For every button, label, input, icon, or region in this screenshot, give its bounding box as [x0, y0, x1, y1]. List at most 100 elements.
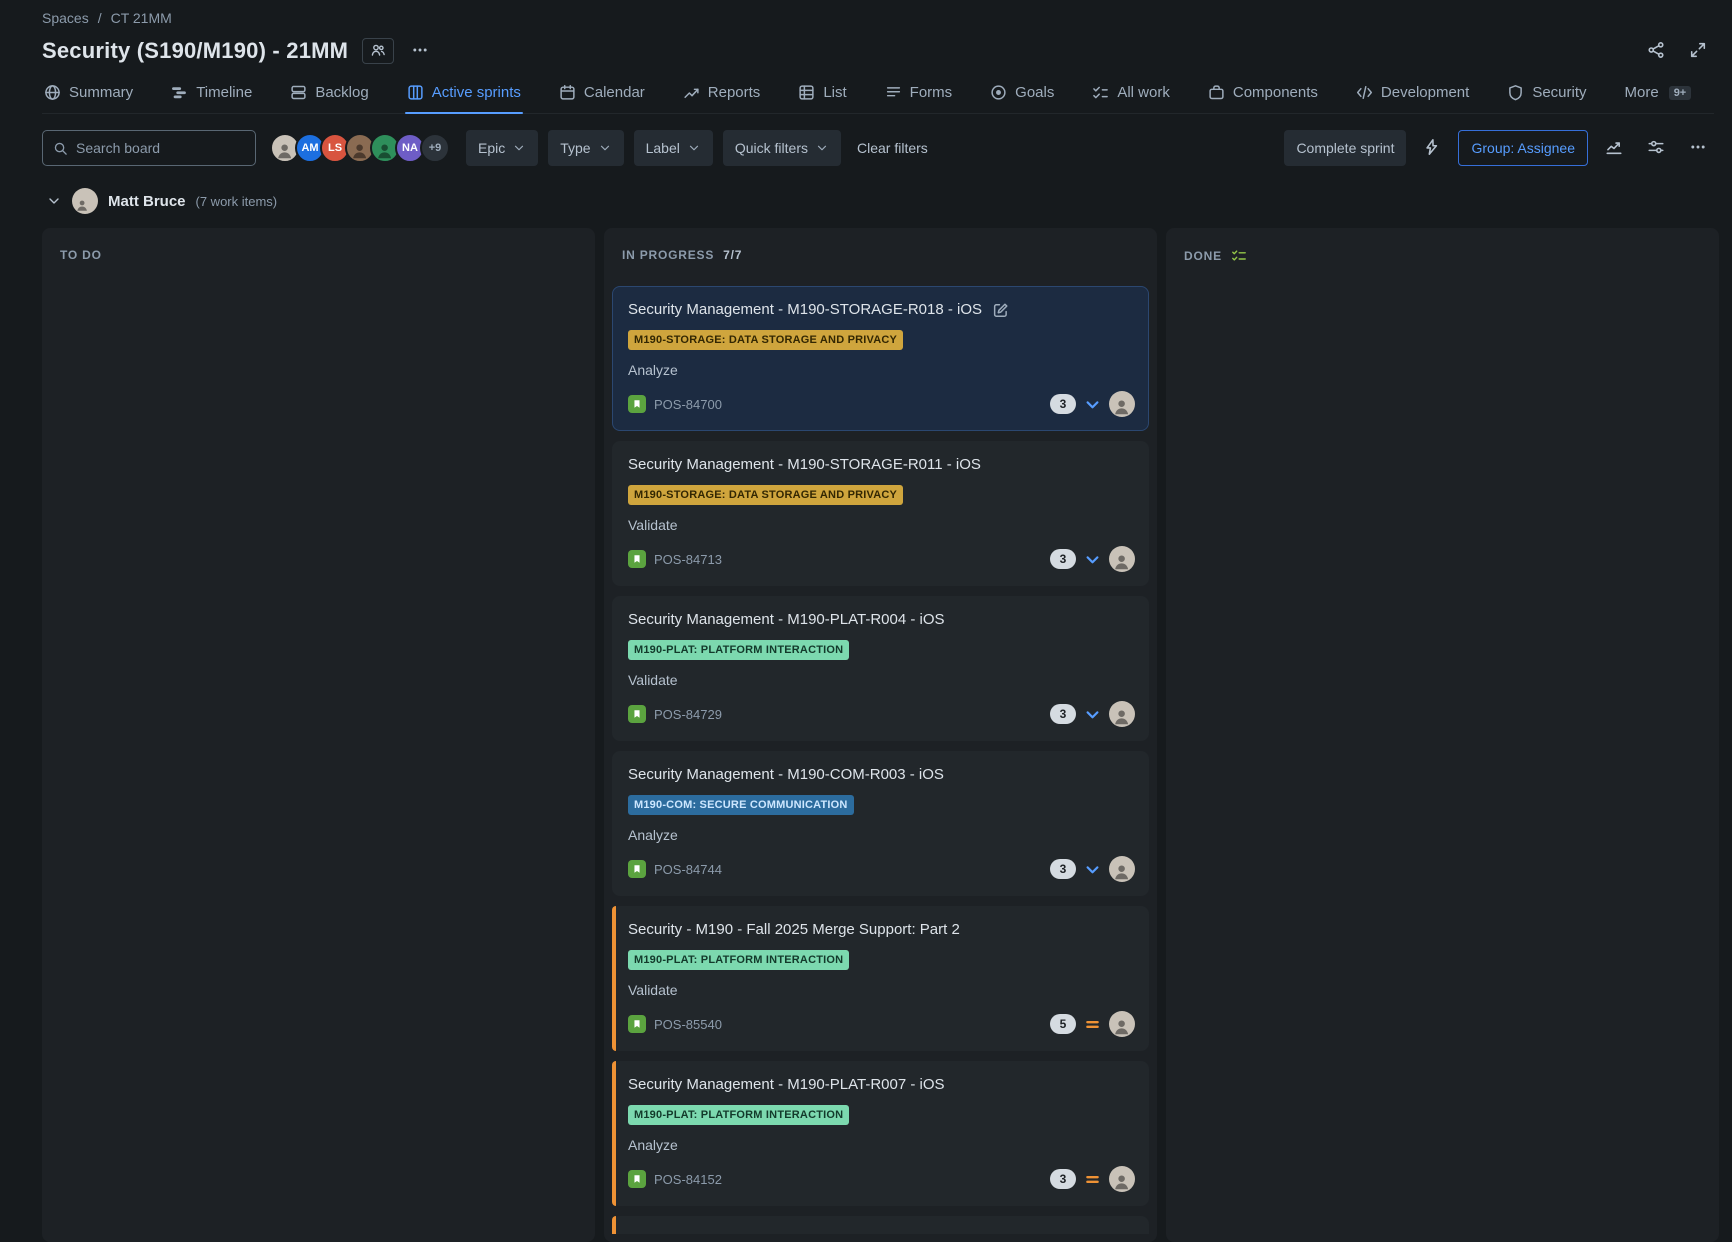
- column-header: IN PROGRESS 7/7: [612, 236, 1149, 286]
- card-pos-84744[interactable]: Security Management - M190-COM-R003 - iO…: [612, 751, 1149, 896]
- epic-label-chip[interactable]: M190-PLAT: PLATFORM INTERACTION: [628, 640, 849, 660]
- issue-key[interactable]: POS-85540: [654, 1017, 722, 1032]
- assignee-avatar[interactable]: [1109, 546, 1135, 572]
- epic-label-chip[interactable]: M190-PLAT: PLATFORM INTERACTION: [628, 950, 849, 970]
- tab-label: Backlog: [315, 84, 368, 101]
- edit-icon[interactable]: [992, 302, 1009, 319]
- priority-medium-icon: [1084, 1016, 1101, 1033]
- tab-goals[interactable]: Goals: [988, 82, 1056, 113]
- tab-backlog[interactable]: Backlog: [288, 82, 370, 113]
- tab-label: Active sprints: [432, 84, 521, 101]
- chevron-down-icon: [815, 141, 829, 155]
- issue-key[interactable]: POS-84152: [654, 1172, 722, 1187]
- issue-key[interactable]: POS-84729: [654, 707, 722, 722]
- issue-key[interactable]: POS-84700: [654, 397, 722, 412]
- allwork-icon: [1092, 84, 1109, 101]
- group-count: (7 work items): [196, 194, 278, 209]
- tab-label: Development: [1381, 84, 1469, 101]
- priority-medium-icon: [1084, 1171, 1101, 1188]
- card-pos-84729[interactable]: Security Management - M190-PLAT-R004 - i…: [612, 596, 1149, 741]
- tab-components[interactable]: Components: [1206, 82, 1320, 113]
- breadcrumb-spaces[interactable]: Spaces: [42, 10, 89, 26]
- tab-active-sprints[interactable]: Active sprints: [405, 82, 523, 113]
- tab-list[interactable]: List: [796, 82, 848, 113]
- assignee-avatar[interactable]: [1109, 1166, 1135, 1192]
- card-status: Validate: [628, 981, 1135, 999]
- column-header: DONE: [1174, 236, 1711, 288]
- timeline-icon: [171, 84, 188, 101]
- assignee-avatar[interactable]: [1109, 701, 1135, 727]
- card-stripe: [612, 1216, 616, 1234]
- tab-summary[interactable]: Summary: [42, 82, 135, 113]
- filter-quick-filters[interactable]: Quick filters: [723, 130, 841, 166]
- epic-label-chip[interactable]: M190-PLAT: PLATFORM INTERACTION: [628, 1105, 849, 1125]
- epic-label-chip[interactable]: M190-COM: SECURE COMMUNICATION: [628, 795, 854, 815]
- board-members-button[interactable]: [362, 38, 394, 64]
- chip-row: M190-PLAT: PLATFORM INTERACTION: [628, 950, 1135, 971]
- card-pos-84713[interactable]: Security Management - M190-STORAGE-R011 …: [612, 441, 1149, 586]
- tab-all-work[interactable]: All work: [1090, 82, 1172, 113]
- tab-reports[interactable]: Reports: [681, 82, 763, 113]
- card-title: Security - M190 - Fall 2025 Merge Suppor…: [628, 920, 960, 940]
- card-pos-85540[interactable]: Security - M190 - Fall 2025 Merge Suppor…: [612, 906, 1149, 1051]
- components-icon: [1208, 84, 1225, 101]
- share-button[interactable]: [1640, 35, 1672, 67]
- filter-epic[interactable]: Epic: [466, 130, 538, 166]
- automation-button[interactable]: [1416, 132, 1448, 164]
- view-settings-icon: [1647, 138, 1665, 159]
- tab-timeline[interactable]: Timeline: [169, 82, 254, 113]
- avatar-overflow[interactable]: +9: [420, 133, 450, 163]
- story-type-icon: [628, 705, 646, 723]
- tab-bar: Summary Timeline Backlog Active sprints …: [42, 82, 1714, 114]
- assignee-avatar[interactable]: [1109, 391, 1135, 417]
- column-done: DONE: [1166, 228, 1719, 1242]
- board-more-button[interactable]: [1682, 132, 1714, 164]
- story-type-icon: [628, 1170, 646, 1188]
- tab-calendar[interactable]: Calendar: [557, 82, 647, 113]
- card-title: Security Management - M190-PLAT-R004 - i…: [628, 610, 945, 630]
- clear-filters-button[interactable]: Clear filters: [851, 140, 934, 156]
- card-title-row: Security Management - M190-COM-R003 - iO…: [628, 765, 1135, 785]
- automation-icon: [1423, 138, 1441, 159]
- code-icon: [1356, 84, 1373, 101]
- breadcrumb-project[interactable]: CT 21MM: [111, 10, 172, 26]
- estimate-badge: 3: [1050, 549, 1076, 569]
- insights-button[interactable]: [1598, 132, 1630, 164]
- complete-sprint-button[interactable]: Complete sprint: [1284, 130, 1406, 166]
- tab-label: All work: [1117, 84, 1170, 101]
- group-name: Matt Bruce: [108, 193, 186, 210]
- card-pos-84700[interactable]: Security Management - M190-STORAGE-R018 …: [612, 286, 1149, 431]
- card-footer: POS-85540 5: [628, 1011, 1135, 1037]
- card-partial[interactable]: [612, 1216, 1149, 1234]
- search-box: [42, 130, 256, 166]
- swimlane-header[interactable]: Matt Bruce (7 work items): [0, 166, 1732, 214]
- card-status: Validate: [628, 671, 1135, 689]
- card-footer: POS-84713 3: [628, 546, 1135, 572]
- filter-label[interactable]: Label: [634, 130, 713, 166]
- assignee-avatar[interactable]: [1109, 1011, 1135, 1037]
- fullscreen-icon: [1689, 41, 1707, 62]
- fullscreen-button[interactable]: [1682, 35, 1714, 67]
- epic-label-chip[interactable]: M190-STORAGE: DATA STORAGE AND PRIVACY: [628, 330, 903, 350]
- tab-forms[interactable]: Forms: [883, 82, 955, 113]
- estimate-badge: 3: [1050, 1169, 1076, 1189]
- card-title-row: Security - M190 - Fall 2025 Merge Suppor…: [628, 920, 1135, 940]
- epic-label-chip[interactable]: M190-STORAGE: DATA STORAGE AND PRIVACY: [628, 485, 903, 505]
- search-input[interactable]: [76, 140, 245, 156]
- issue-key[interactable]: POS-84744: [654, 862, 722, 877]
- tab-security[interactable]: Security: [1505, 82, 1588, 113]
- group-by-button[interactable]: Group: Assignee: [1458, 130, 1588, 166]
- assignee-avatar[interactable]: [1109, 856, 1135, 882]
- chip-row: M190-STORAGE: DATA STORAGE AND PRIVACY: [628, 330, 1135, 351]
- tab-more[interactable]: More 9+: [1623, 82, 1694, 113]
- filter-type[interactable]: Type: [548, 130, 623, 166]
- tab-development[interactable]: Development: [1354, 82, 1471, 113]
- issue-key[interactable]: POS-84713: [654, 552, 722, 567]
- tab-label: Forms: [910, 84, 953, 101]
- globe-icon: [44, 84, 61, 101]
- title-more-button[interactable]: [404, 35, 436, 67]
- card-stripe: [612, 1061, 616, 1206]
- card-pos-84152[interactable]: Security Management - M190-PLAT-R007 - i…: [612, 1061, 1149, 1206]
- view-settings-button[interactable]: [1640, 132, 1672, 164]
- chevron-down-icon[interactable]: [46, 193, 62, 209]
